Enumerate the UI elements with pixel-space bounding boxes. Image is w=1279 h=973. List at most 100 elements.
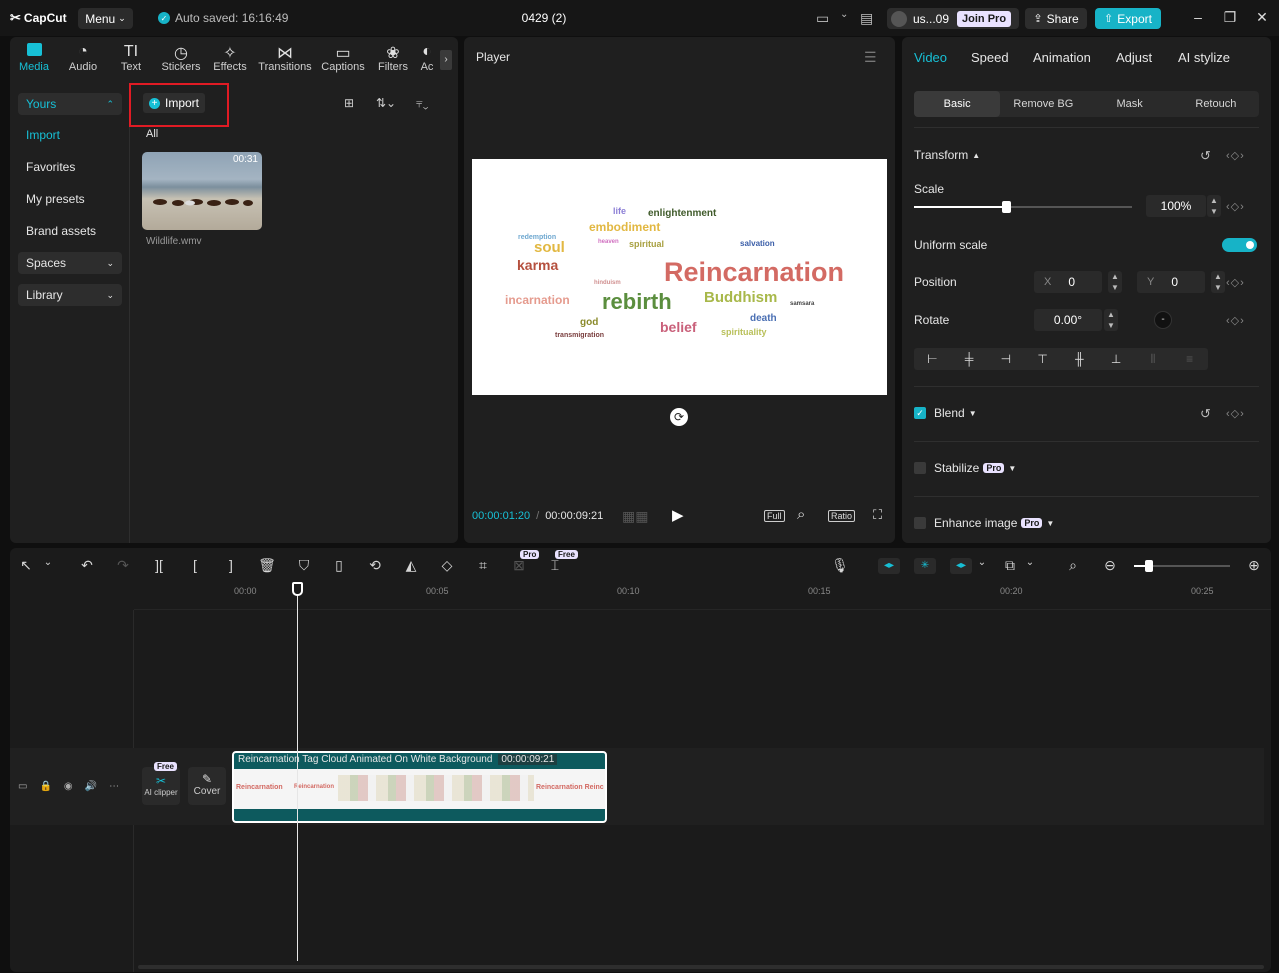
video-clip[interactable]: Reincarnation Tag Cloud Animated On Whit… xyxy=(232,751,607,823)
tab-stickers[interactable]: ◷ Stickers xyxy=(157,43,205,73)
play-icon[interactable]: ▶ xyxy=(672,506,684,524)
tab-transitions[interactable]: ⋈ Transitions xyxy=(257,43,313,73)
enhance-image-checkbox[interactable] xyxy=(914,517,926,529)
ai-clipper-button[interactable]: Free ✂ AI clipper xyxy=(142,762,180,805)
reverse-icon[interactable]: ⟲ xyxy=(365,557,385,574)
sidebar-item-yours[interactable]: Yours ⌃ xyxy=(18,93,122,115)
preview-canvas[interactable]: Reincarnation rebirth Buddhism karma sou… xyxy=(472,159,887,395)
eye-icon[interactable]: ◉ xyxy=(64,781,73,792)
tab-animation[interactable]: Animation xyxy=(1033,50,1091,65)
mirror-icon[interactable]: ◭ xyxy=(401,557,421,574)
freeze-icon[interactable]: ▯ xyxy=(329,557,349,574)
transform-header[interactable]: Transform ▲ xyxy=(914,148,980,162)
full-button[interactable]: Full xyxy=(764,510,785,522)
undo-icon[interactable]: ↶ xyxy=(77,557,97,574)
join-pro-button[interactable]: Join Pro xyxy=(957,10,1012,27)
stabilize-checkbox[interactable] xyxy=(914,462,926,474)
export-button[interactable]: ⇧ Export xyxy=(1095,8,1161,29)
rotate-stepper[interactable]: ▲ ▼ xyxy=(1104,309,1118,331)
tab-media[interactable]: Media xyxy=(10,43,58,73)
enhance-image-header[interactable]: Enhance image Pro ▼ xyxy=(934,516,1054,530)
scale-input[interactable]: 100% xyxy=(1146,195,1206,217)
preview-axis-icon[interactable]: ⧉ xyxy=(1000,557,1020,574)
tab-adjust[interactable]: Adjust xyxy=(1116,50,1152,65)
time-ruler[interactable] xyxy=(134,582,1271,610)
rotate-input[interactable]: 0.00° xyxy=(1034,309,1102,331)
keyframe-icon[interactable]: ‹◇› xyxy=(1226,149,1245,162)
align-right-icon[interactable]: ⊣ xyxy=(988,352,1025,366)
position-x-stepper[interactable]: ▲ ▼ xyxy=(1108,271,1122,293)
tab-text[interactable]: TI Text xyxy=(107,43,155,73)
microphone-icon[interactable]: 🎙 xyxy=(830,557,850,574)
layout-icon[interactable]: ▭ xyxy=(816,10,829,27)
lock-icon[interactable]: 🔒 xyxy=(39,781,51,792)
rotate-dial-icon[interactable]: - xyxy=(1154,311,1172,329)
rotate-handle-icon[interactable]: ⟳ xyxy=(670,408,688,426)
sort-icon[interactable]: ⇅⌄ xyxy=(376,96,396,110)
subtab-basic[interactable]: Basic xyxy=(914,91,1001,117)
playhead-handle[interactable] xyxy=(292,582,303,596)
select-tool-icon[interactable]: ↖ xyxy=(16,557,36,574)
project-title[interactable]: 0429 (2) xyxy=(500,11,588,25)
align-center-h-icon[interactable]: ╪ xyxy=(951,352,988,366)
delete-icon[interactable]: 🗑 xyxy=(257,557,277,574)
tab-captions[interactable]: ▭ Captions xyxy=(317,43,369,73)
scale-slider[interactable] xyxy=(914,201,1132,213)
split-right-icon[interactable]: ] xyxy=(221,557,241,573)
tab-video[interactable]: Video xyxy=(914,50,947,65)
crop-icon[interactable]: ⌗ xyxy=(473,557,493,574)
grid-view-icon[interactable]: ⊞ xyxy=(344,96,354,110)
auto-snap-icon[interactable]: ✳ xyxy=(914,558,936,574)
tab-ai-stylize[interactable]: AI stylize xyxy=(1178,50,1230,65)
blend-header[interactable]: Blend ▼ xyxy=(934,406,977,420)
tab-audio[interactable]: ◔ Audio xyxy=(59,43,107,73)
subtab-retouch[interactable]: Retouch xyxy=(1173,91,1259,117)
position-y-input[interactable]: Y 0 xyxy=(1137,271,1205,293)
keyframe-icon[interactable]: ‹◇› xyxy=(1226,276,1245,289)
subtab-remove-bg[interactable]: Remove BG xyxy=(1000,91,1086,117)
zoom-fit-icon[interactable]: ⌕ xyxy=(797,506,805,523)
linkage-icon[interactable]: ◂▸ xyxy=(950,558,972,574)
minimize-icon[interactable]: – xyxy=(1190,9,1206,25)
split-left-icon[interactable]: [ xyxy=(185,557,205,573)
horizontal-scrollbar[interactable] xyxy=(138,965,1264,969)
maximize-icon[interactable]: ❐ xyxy=(1222,9,1238,26)
sidebar-item-favorites[interactable]: Favorites xyxy=(18,156,122,178)
playhead[interactable] xyxy=(297,594,298,961)
subtab-mask[interactable]: Mask xyxy=(1087,91,1173,117)
position-x-input[interactable]: X 0 xyxy=(1034,271,1102,293)
align-top-icon[interactable]: ⊤ xyxy=(1024,352,1061,366)
sidebar-item-import[interactable]: Import xyxy=(18,124,122,146)
tab-filters[interactable]: ❀ Filters xyxy=(369,43,417,73)
reset-icon[interactable]: ↺ xyxy=(1200,148,1211,164)
sidebar-item-my-presets[interactable]: My presets xyxy=(18,188,122,210)
blend-checkbox[interactable]: ✓ xyxy=(914,407,926,419)
track-video-icon[interactable]: ▭ xyxy=(18,781,27,792)
tab-adjustment[interactable]: ◐ Ac xyxy=(414,43,440,73)
user-account[interactable]: us...09 Join Pro xyxy=(887,8,1019,29)
chevron-down-icon[interactable]: ⌄ xyxy=(38,557,58,568)
remove-bg-icon[interactable]: ⊠ xyxy=(509,557,529,574)
share-button[interactable]: ⇪ Share xyxy=(1025,8,1087,29)
zoom-slider[interactable] xyxy=(1134,560,1230,572)
reset-icon[interactable]: ↺ xyxy=(1200,406,1211,422)
scale-stepper[interactable]: ▲ ▼ xyxy=(1207,195,1221,217)
split-icon[interactable]: ][ xyxy=(149,557,169,573)
sidebar-item-spaces[interactable]: Spaces ⌄ xyxy=(18,252,122,274)
auto-reframe-icon[interactable]: ⌶ xyxy=(545,557,565,574)
filter-icon[interactable]: ⫧⌄ xyxy=(416,96,428,111)
sidebar-item-brand-assets[interactable]: Brand assets xyxy=(18,220,122,242)
sidebar-item-library[interactable]: Library ⌄ xyxy=(18,284,122,306)
uniform-scale-toggle[interactable] xyxy=(1222,238,1257,252)
cover-button[interactable]: ✎ Cover xyxy=(188,767,226,805)
keyframe-icon[interactable]: ‹◇› xyxy=(1226,314,1245,327)
tab-effects[interactable]: ✧ Effects xyxy=(206,43,254,73)
chevron-right-icon[interactable]: › xyxy=(440,50,452,70)
hamburger-icon[interactable]: ☰ xyxy=(864,49,877,66)
close-icon[interactable]: ✕ xyxy=(1254,9,1270,26)
keyframe-icon[interactable]: ‹◇› xyxy=(1226,200,1245,213)
more-icon[interactable]: ⋯ xyxy=(109,781,119,792)
chevron-down-icon[interactable]: ⌄ xyxy=(1020,557,1040,568)
filter-all[interactable]: All xyxy=(146,128,158,140)
align-left-icon[interactable]: ⊢ xyxy=(914,352,951,366)
